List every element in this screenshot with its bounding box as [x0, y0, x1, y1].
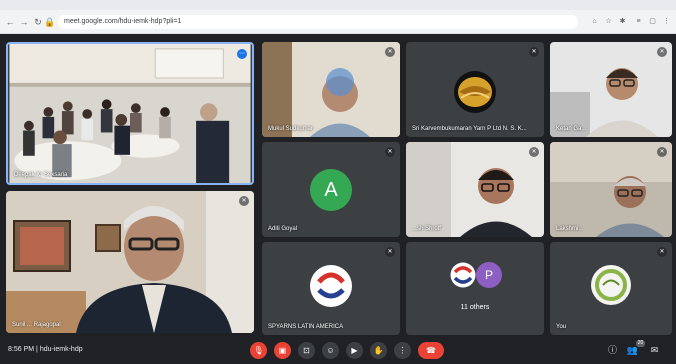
participant-tile[interactable]: ✕ Lakshmi...: [550, 142, 672, 237]
browser-tab[interactable]: [210, 1, 300, 10]
avatar-letter: P: [484, 268, 493, 282]
leave-call-button[interactable]: ☎: [418, 342, 444, 359]
share-icon[interactable]: ⌂: [590, 17, 599, 26]
participant-tile[interactable]: ✕ Ketan Ga...: [550, 42, 672, 137]
address-bar[interactable]: meet.google.com/hdu-iemk-hdp?pli=1: [58, 15, 578, 29]
meeting-controls-bar: 8:56 PM | hdu-iemk-hdp 🎙 ▣ ⊡ ☺ ▶ ✋ ⋮ ☎ ⓘ…: [0, 338, 676, 364]
participant-video: [262, 42, 400, 137]
participant-count-badge: 20: [636, 340, 645, 347]
participant-tile-room[interactable]: ⋯ Deepak Kr Seksaria: [6, 42, 254, 185]
participant-tile-speaker[interactable]: ✕ Sunil ... Rajagopal: [6, 191, 254, 333]
mic-off-icon: ✕: [529, 147, 539, 157]
participant-name: Aditi Goyal: [268, 226, 298, 232]
avatar-letter: A: [324, 179, 338, 201]
captions-button[interactable]: ⊡: [298, 342, 315, 359]
browser-tab[interactable]: [310, 1, 400, 10]
camera-toggle-button[interactable]: ▣: [274, 342, 291, 359]
avatar: A: [310, 169, 352, 211]
avatar: P: [476, 262, 502, 288]
present-button[interactable]: ▶: [346, 342, 363, 359]
participant-name: You: [556, 324, 567, 330]
browser-tab[interactable]: [410, 1, 500, 10]
participant-tile-self[interactable]: ✕ You: [550, 242, 672, 335]
yarn-logo: [454, 71, 496, 113]
back-icon[interactable]: ←: [4, 16, 16, 28]
info-icon[interactable]: ⓘ: [606, 344, 619, 357]
clock-time: 8:56 PM: [8, 346, 35, 353]
room-video: [9, 44, 251, 183]
browser-tab[interactable]: [510, 1, 600, 10]
participant-name: SPYARNS LATIN AMERICA: [268, 324, 344, 330]
tab-strip: [0, 0, 676, 10]
participant-name: ...sh Shroff: [412, 226, 441, 232]
speaker-video: [6, 191, 254, 333]
participant-tile-others[interactable]: P 11 others: [406, 242, 544, 335]
self-logo: [591, 265, 631, 305]
star-icon[interactable]: ☆: [604, 17, 613, 26]
mic-off-icon: ✕: [385, 47, 395, 57]
meeting-info: 8:56 PM | hdu-iemk-hdp: [8, 346, 83, 353]
extension-icon[interactable]: ✱: [618, 17, 627, 26]
more-options-button[interactable]: ⋮: [394, 342, 411, 359]
mic-off-icon: ✕: [657, 147, 667, 157]
participant-name: Sri Karvembukumaran Yarn P Ltd N. S. K..…: [412, 126, 527, 132]
participant-tile[interactable]: ✕ SPYARNS LATIN AMERICA: [262, 242, 400, 335]
meeting-code: hdu-iemk-hdp: [39, 346, 83, 353]
participant-tile[interactable]: A ✕ Aditi Goyal: [262, 142, 400, 237]
menu-icon[interactable]: ≡: [634, 17, 643, 26]
participant-video: [406, 142, 544, 237]
participant-name: Mukul Sudkumar: [268, 126, 314, 132]
participant-name: Lakshmi...: [556, 226, 584, 232]
chat-icon[interactable]: ✉: [648, 344, 661, 357]
participant-tile[interactable]: ✕ Sri Karvembukumaran Yarn P Ltd N. S. K…: [406, 42, 544, 137]
participant-video: [550, 142, 672, 237]
browser-chrome: ← → ↻ 🔒 meet.google.com/hdu-iemk-hdp?pli…: [0, 0, 676, 34]
participant-video: [550, 42, 672, 137]
reload-icon[interactable]: ↻: [32, 16, 44, 28]
mic-off-icon: ✕: [385, 147, 395, 157]
more-icon[interactable]: ⋮: [662, 17, 671, 26]
forward-icon[interactable]: →: [18, 16, 30, 28]
others-count: 11 others: [460, 304, 490, 311]
spyarns-logo: [310, 265, 352, 307]
info-separator: |: [36, 346, 38, 353]
mic-off-icon: ✕: [657, 47, 667, 57]
raise-hand-button[interactable]: ✋: [370, 342, 387, 359]
mic-off-icon: ✕: [657, 247, 667, 257]
participant-name: Sunil ... Rajagopal: [12, 322, 61, 328]
address-row: ← → ↻ 🔒 meet.google.com/hdu-iemk-hdp?pli…: [0, 12, 676, 32]
mic-off-icon: ✕: [239, 196, 249, 206]
participant-name: Deepak Kr Seksaria: [14, 172, 68, 178]
others-logo: [450, 262, 476, 288]
emoji-button[interactable]: ☺: [322, 342, 339, 359]
window-icon[interactable]: ▢: [648, 17, 657, 26]
mic-toggle-button[interactable]: 🎙: [250, 342, 267, 359]
mic-off-icon: ✕: [529, 47, 539, 57]
participant-name: Ketan Ga...: [556, 126, 587, 132]
participant-tile[interactable]: ✕ Mukul Sudkumar: [262, 42, 400, 137]
browser-tab[interactable]: [110, 1, 200, 10]
browser-tab[interactable]: [10, 1, 100, 10]
mic-off-icon: ✕: [385, 247, 395, 257]
speaking-indicator-icon: ⋯: [237, 49, 247, 59]
meeting-stage: ⋯ Deepak Kr Seksaria ✕ Sunil ... Rajagop…: [0, 34, 676, 338]
lock-icon: 🔒: [44, 17, 56, 27]
participant-tile[interactable]: ✕ ...sh Shroff: [406, 142, 544, 237]
